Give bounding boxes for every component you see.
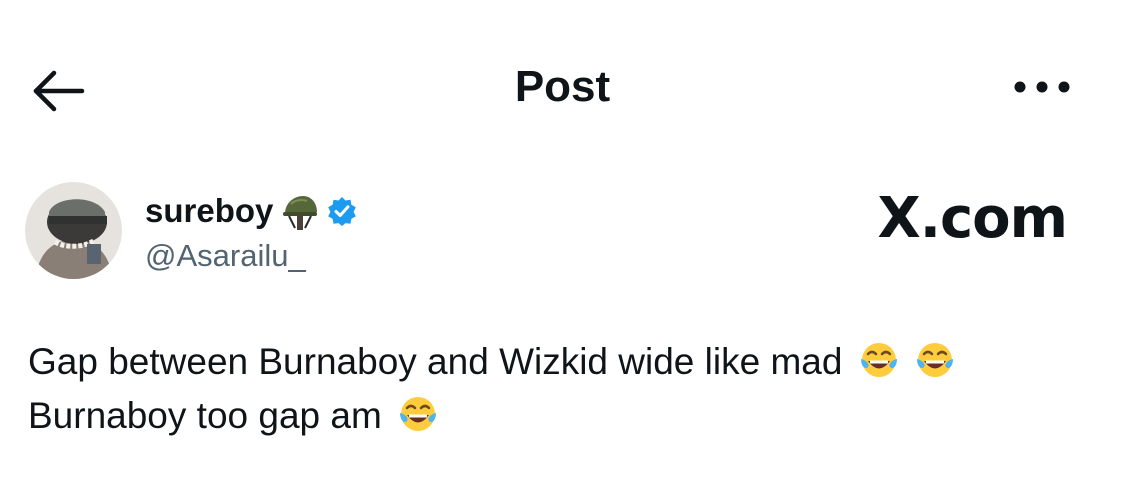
face-with-tears-of-joy-icon [400, 397, 437, 431]
page-title: Post [514, 62, 611, 111]
avatar[interactable] [25, 182, 122, 279]
author-handle[interactable]: @Asarailu_ [145, 238, 306, 274]
more-horizontal-icon [1014, 81, 1070, 93]
military-helmet-icon [283, 196, 318, 230]
face-with-tears-of-joy-icon [860, 343, 897, 377]
verified-badge-icon [328, 197, 357, 226]
author-name-row: sureboy [145, 192, 357, 230]
more-options-button[interactable] [1010, 72, 1074, 102]
author-display-name[interactable]: sureboy [145, 192, 273, 230]
x-watermark: X.com [877, 186, 1068, 251]
post-text-line-2: Burnaboy too gap am [28, 395, 382, 436]
post-author: sureboy @Asarailu_ [25, 182, 725, 282]
face-with-tears-of-joy-icon [917, 343, 953, 377]
post-line-2: Burnaboy too gap am [28, 389, 1088, 443]
top-bar: Post [0, 0, 1125, 170]
post-line-1: Gap between Burnaboy and Wizkid wide lik… [28, 335, 1088, 389]
post-text-line-1: Gap between Burnaboy and Wizkid wide lik… [28, 341, 843, 382]
post-body: Gap between Burnaboy and Wizkid wide lik… [28, 335, 1088, 443]
